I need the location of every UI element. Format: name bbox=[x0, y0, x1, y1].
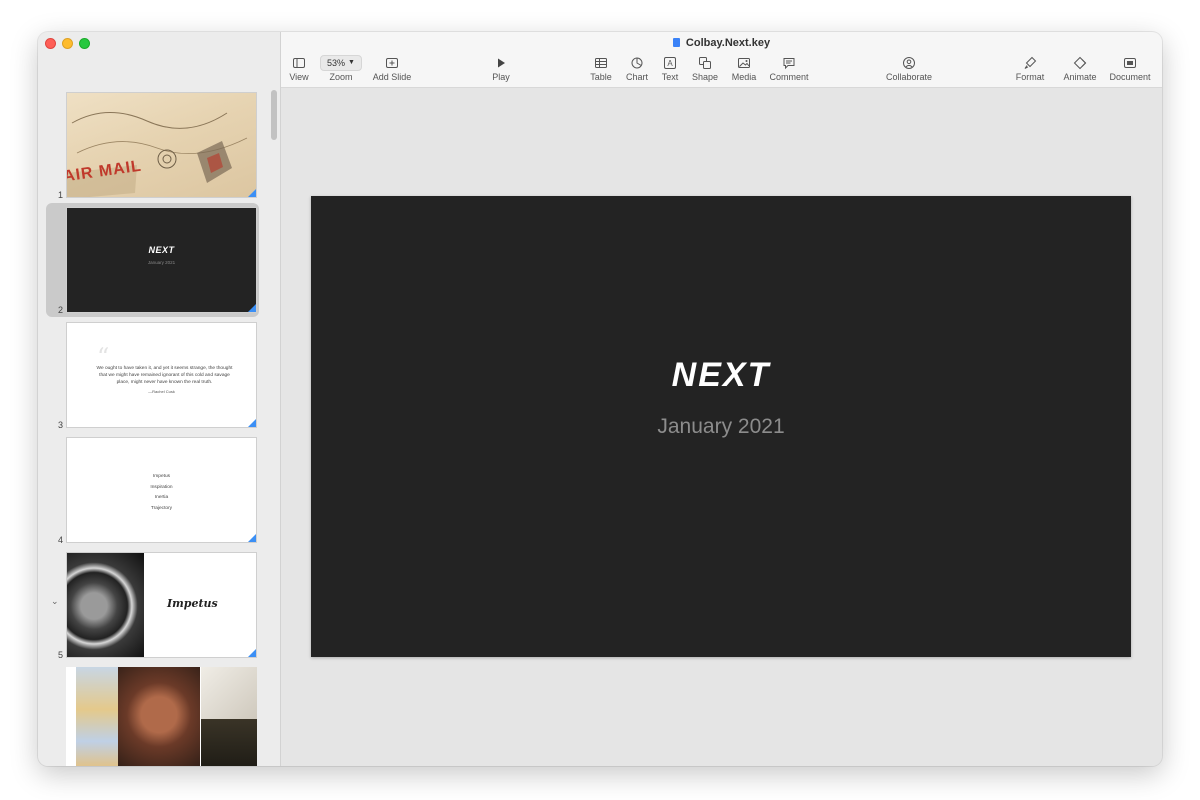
slide-3-preview: “ We ought to have taken it, and yet it … bbox=[66, 322, 257, 428]
current-slide[interactable]: NEXT January 2021 bbox=[311, 196, 1131, 657]
portrait-photo bbox=[67, 553, 144, 657]
slide-4-build-indicator bbox=[248, 534, 256, 542]
slide-1-preview: AIR MAIL bbox=[66, 92, 257, 198]
slide-thumbnail-6[interactable] bbox=[46, 663, 259, 766]
zoom-value: 53% bbox=[327, 57, 346, 68]
slide-3-build-indicator bbox=[248, 419, 256, 427]
shape-icon bbox=[699, 56, 711, 69]
keynote-file-icon bbox=[672, 38, 680, 47]
add-slide-button[interactable]: Add Slide bbox=[362, 54, 422, 83]
play-button[interactable]: Play bbox=[471, 54, 531, 83]
collaborate-button[interactable]: Collaborate bbox=[879, 54, 939, 83]
media-icon bbox=[738, 57, 750, 68]
collaborate-icon bbox=[903, 56, 915, 69]
slide-2-subtitle: January 2021 bbox=[147, 260, 176, 265]
window-controls bbox=[45, 38, 90, 49]
zoom-window-button[interactable] bbox=[79, 38, 90, 49]
keynote-window: AIR MAIL 1 NEXT January 2021 2 “ We ough… bbox=[38, 32, 1162, 766]
table-icon bbox=[595, 57, 607, 68]
paintbrush-icon bbox=[1024, 56, 1037, 69]
slide-3-author: —Rachel Cusk bbox=[148, 389, 175, 394]
zoom-select[interactable]: 53% ▼ bbox=[320, 54, 362, 71]
slide-number: 1 bbox=[58, 190, 64, 200]
document-title-text: Colbay.Next.key bbox=[685, 37, 771, 49]
list-item: Impetus bbox=[152, 474, 171, 479]
sketch-artwork bbox=[67, 112, 248, 197]
minimize-window-button[interactable] bbox=[62, 38, 73, 49]
slide-2-title: NEXT bbox=[148, 245, 175, 255]
slide-thumbnail-2[interactable]: NEXT January 2021 2 bbox=[46, 203, 259, 317]
slide-2-build-indicator bbox=[248, 304, 256, 312]
collage-image-tickets bbox=[76, 667, 118, 766]
add-slide-icon bbox=[386, 57, 398, 68]
slide-4-preview: Impetus Inspiration Inertia Trajectory bbox=[66, 437, 257, 543]
list-item: Trajectory bbox=[150, 505, 173, 511]
document-button[interactable]: Document bbox=[1100, 54, 1160, 83]
collage-image-dark bbox=[201, 719, 257, 766]
list-item: Inspiration bbox=[150, 484, 173, 490]
slide-thumbnail-3[interactable]: “ We ought to have taken it, and yet it … bbox=[46, 318, 259, 432]
svg-text:A: A bbox=[667, 59, 673, 68]
play-label: Play bbox=[492, 72, 510, 82]
slide-subtitle[interactable]: January 2021 bbox=[311, 415, 1131, 439]
collage-image-sketch bbox=[201, 667, 257, 719]
comment-button[interactable]: Comment bbox=[759, 54, 819, 83]
chevron-down-icon: ▼ bbox=[348, 59, 355, 66]
comment-label: Comment bbox=[769, 72, 809, 82]
list-item: Inertia bbox=[154, 495, 169, 500]
slide-navigator: AIR MAIL 1 NEXT January 2021 2 “ We ough… bbox=[38, 32, 281, 766]
slide-6-preview bbox=[66, 667, 257, 766]
slide-5-preview: Impetus bbox=[66, 552, 257, 658]
slide-5-build-indicator bbox=[248, 649, 256, 657]
sidebar-icon bbox=[293, 57, 305, 68]
slide-1-build-indicator bbox=[248, 189, 256, 197]
slide-number: 3 bbox=[58, 420, 64, 430]
slide-5-title: Impetus bbox=[167, 597, 218, 610]
comment-icon bbox=[783, 57, 795, 69]
close-window-button[interactable] bbox=[45, 38, 56, 49]
collaborate-label: Collaborate bbox=[885, 72, 933, 82]
slide-4-list: Impetus Inspiration Inertia Trajectory bbox=[67, 472, 256, 514]
navigator-scrollbar[interactable] bbox=[271, 90, 277, 140]
toolbar: Colbay.Next.key View 53% ▼ Zoom Add Slide… bbox=[281, 32, 1162, 88]
slide-canvas[interactable]: NEXT January 2021 bbox=[281, 88, 1162, 766]
document-icon bbox=[1124, 57, 1136, 68]
slide-number: 2 bbox=[58, 305, 64, 315]
animate-diamond-icon bbox=[1073, 56, 1087, 69]
document-title: Colbay.Next.key bbox=[281, 37, 1162, 49]
add-slide-label: Add Slide bbox=[372, 72, 412, 82]
slide-thumbnail-4[interactable]: Impetus Inspiration Inertia Trajectory 4 bbox=[46, 433, 259, 547]
slide-thumbnail-5[interactable]: ⌄ Impetus 5 bbox=[46, 548, 259, 662]
slide-2-preview: NEXT January 2021 bbox=[66, 207, 257, 313]
slide-thumbnail-1[interactable]: AIR MAIL 1 bbox=[46, 88, 259, 202]
play-icon bbox=[498, 58, 505, 67]
slide-3-quote: We ought to have taken it, and yet it se… bbox=[96, 366, 233, 386]
document-label: Document bbox=[1109, 72, 1151, 82]
collage-image-painting bbox=[118, 667, 200, 766]
slide-number: 4 bbox=[58, 535, 64, 545]
slide-number: 5 bbox=[58, 650, 64, 660]
chevron-down-icon[interactable]: ⌄ bbox=[51, 596, 59, 607]
slide-title[interactable]: NEXT bbox=[311, 356, 1131, 395]
